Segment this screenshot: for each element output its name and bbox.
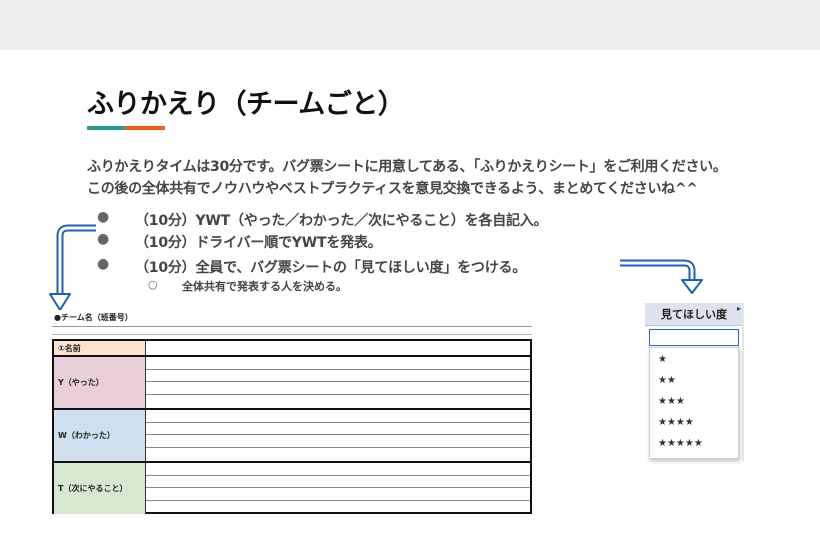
rating-input[interactable] [649, 329, 739, 346]
writing-line [146, 422, 530, 423]
rating-option[interactable]: ★★★★ [658, 417, 694, 428]
sub-bullet-text: 全体共有で発表する人を決める。 [182, 280, 347, 293]
writing-line [146, 394, 530, 395]
arrow-right-down-icon [620, 259, 703, 294]
row-label: W（わかった） [54, 410, 146, 461]
ywt-table: ①名前 Y（やった） W（わかった） T（次にやること） [52, 339, 532, 514]
name-row: ①名前 [54, 341, 530, 357]
writing-line [146, 381, 530, 382]
intro-line: ふりかえりタイムは30分です。バグ票シートに用意してある、「ふりかえりシート」を… [87, 159, 727, 175]
writing-line [146, 369, 530, 370]
row-label: ①名前 [54, 341, 146, 355]
rating-option[interactable]: ★★★ [658, 396, 685, 407]
rating-option[interactable]: ★★★★★ [658, 438, 703, 449]
title-underline-orange [125, 126, 165, 130]
writing-line [146, 434, 530, 435]
team-name-label: ●チーム名（班番号） [54, 313, 133, 322]
arrow-down-icon [49, 224, 96, 311]
dropdown-side-edge [742, 303, 744, 461]
sub-bullet-circle: ○ [148, 278, 158, 291]
y-row: Y（やった） [54, 357, 530, 410]
intro-text: ふりかえりタイムは30分です。バグ票シートに用意してある、「ふりかえりシート」を… [87, 156, 727, 200]
w-row: W（わかった） [54, 410, 530, 463]
t-row: T（次にやること） [54, 463, 530, 514]
page-title: ふりかえり（チームごと） [87, 89, 405, 120]
row-label: Y（やった） [54, 357, 146, 408]
top-bar [0, 0, 820, 50]
dropdown-header-label: 見てほしい度 [661, 308, 727, 321]
bullet-text: （10分）全員で、バグ票シートの「見てほしい度」をつける。 [135, 260, 527, 276]
writing-line [146, 447, 530, 448]
title-underline-teal [87, 126, 125, 130]
rating-dropdown-screenshot: 見てほしい度 ▸ ★ ★★ ★★★ ★★★★ ★★★★★ [645, 303, 743, 461]
intro-line: この後の全体共有でノウハウやベストプラクティスを意見交換できるよう、まとめてくだ… [87, 181, 698, 197]
rating-option[interactable]: ★ [658, 354, 667, 365]
writing-line [146, 487, 530, 488]
retro-sheet-image: ●チーム名（班番号） ①名前 Y（やった） W（わかった） T（次にやること） [52, 310, 534, 516]
row-label: T（次にやること） [54, 463, 146, 514]
header-marker-icon: ▸ [736, 304, 741, 313]
dropdown-header: 見てほしい度 ▸ [645, 303, 743, 326]
bullet-text: （10分）YWT（やった／わかった／次にやること）を各自記入。 [135, 213, 548, 229]
bullet-text: （10分）ドライバー順でYWTを発表。 [135, 235, 382, 251]
team-name-line [52, 326, 532, 327]
rating-options-list: ★ ★★ ★★★ ★★★★ ★★★★★ [649, 347, 739, 459]
team-name-line [52, 334, 532, 335]
writing-line [146, 475, 530, 476]
writing-line [146, 500, 530, 501]
rating-option[interactable]: ★★ [658, 375, 676, 386]
